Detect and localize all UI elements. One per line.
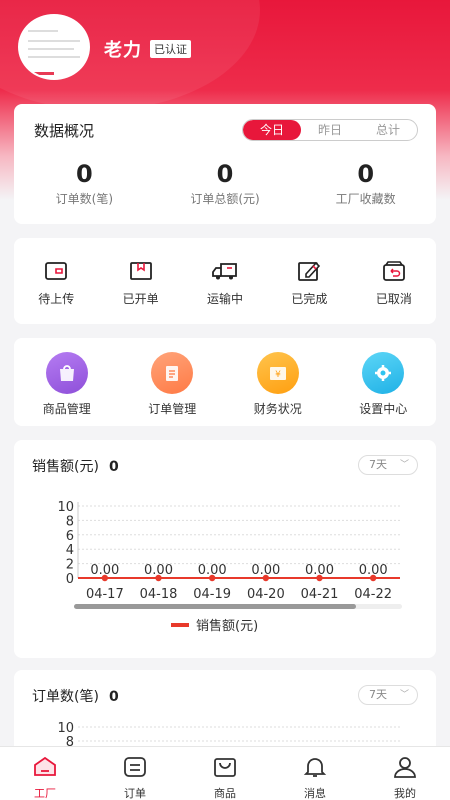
tab-label: 工厂 xyxy=(34,787,56,800)
tab-orders[interactable]: 订单 xyxy=(90,747,180,800)
tab-messages[interactable]: 消息 xyxy=(270,747,360,800)
status-in-transit[interactable]: 运输中 xyxy=(183,260,267,324)
status-pending-upload[interactable]: 待上传 xyxy=(14,260,98,324)
tab-total[interactable]: 总计 xyxy=(359,120,417,140)
y-tick-label: 10 xyxy=(57,500,74,515)
tab-label: 我的 xyxy=(394,787,416,800)
truck-icon xyxy=(212,263,237,280)
x-tick-label: 04-18 xyxy=(140,587,178,602)
x-tick-label: 04-22 xyxy=(354,587,392,602)
status-label: 待上传 xyxy=(38,292,75,306)
y-tick-label: 6 xyxy=(66,529,74,544)
legend-swatch xyxy=(171,623,189,627)
sales-line-chart: 1086420 0.00 04-17 0.00 04-18 0.00 04-19 0.00 04… xyxy=(57,500,402,634)
tools-card: 商品管理 订单管理 ¥ 财务状况 设置中心 xyxy=(14,338,436,426)
svg-text:¥: ¥ xyxy=(275,370,281,380)
tool-label: 设置中心 xyxy=(359,402,408,416)
stat-value: 0 xyxy=(216,160,234,188)
data-label: 0.00 xyxy=(144,563,173,578)
finance-status[interactable]: ¥ 财务状况 xyxy=(225,352,331,426)
data-label: 0.00 xyxy=(305,563,334,578)
order-status-card: 待上传 已开单 运输中 已完成 已取消 xyxy=(14,238,436,324)
tab-factory[interactable]: 工厂 xyxy=(0,747,90,800)
y-tick-label: 4 xyxy=(66,543,74,558)
status-label: 已取消 xyxy=(375,292,412,306)
gear-icon xyxy=(362,352,405,394)
stat-order-amount: 0 订单总额(元) xyxy=(155,160,296,207)
x-tick-label: 04-21 xyxy=(301,587,339,602)
goods-icon xyxy=(214,758,236,777)
y-tick-label: 10 xyxy=(57,721,74,736)
stat-order-count: 0 订单数(笔) xyxy=(14,160,155,207)
status-cancelled[interactable]: 已取消 xyxy=(352,260,436,324)
overview-title: 数据概况 xyxy=(34,122,95,140)
tool-label: 商品管理 xyxy=(42,402,91,416)
x-tick-label: 04-19 xyxy=(193,587,231,602)
tab-goods[interactable]: 商品 xyxy=(180,747,270,800)
package-icon xyxy=(129,262,152,280)
settings-center[interactable]: 设置中心 xyxy=(331,352,437,426)
data-label: 0.00 xyxy=(198,563,227,578)
stat-label: 订单总额(元) xyxy=(190,192,260,206)
user-icon xyxy=(394,757,416,778)
y-tick-label: 8 xyxy=(66,514,74,529)
data-overview-card: 数据概况 今日 昨日 总计 0 订单数(笔) 0 订单总额(元) 0 工厂收藏数 xyxy=(14,104,436,224)
verified-badge: 已认证 xyxy=(150,40,191,58)
order-management[interactable]: 订单管理 xyxy=(120,352,226,426)
factory-icon xyxy=(34,756,56,776)
data-label: 0.00 xyxy=(251,563,280,578)
chart-scrollbar xyxy=(74,604,356,609)
username: 老力 xyxy=(104,40,142,61)
status-label: 运输中 xyxy=(207,292,244,306)
wallet-icon xyxy=(45,262,68,280)
yen-icon: ¥ xyxy=(256,352,299,394)
bell-icon xyxy=(303,758,327,777)
stat-label: 工厂收藏数 xyxy=(335,192,396,206)
tab-mine[interactable]: 我的 xyxy=(360,747,450,800)
avatar[interactable] xyxy=(18,14,90,80)
order-icon xyxy=(124,757,146,777)
x-tick-label: 04-17 xyxy=(86,587,124,602)
sales-chart-card: 销售额(元) 0 ﹀ 7天 10 8 6 4 2 0 0.00 04-17 0.00 04-18 0.0… xyxy=(14,440,436,658)
tab-label: 消息 xyxy=(304,787,326,800)
cancel-box-icon xyxy=(382,261,405,281)
stat-value: 0 xyxy=(75,160,93,188)
clipboard-icon xyxy=(151,352,194,394)
data-label: 0.00 xyxy=(90,563,119,578)
x-tick-label: 04-20 xyxy=(247,587,285,602)
tool-label: 财务状况 xyxy=(253,402,302,416)
data-label: 0.00 xyxy=(359,563,388,578)
stat-value: 0 xyxy=(357,160,375,188)
bottom-tab-bar: 工厂 订单 商品 消息 我的 xyxy=(0,746,450,800)
tab-label: 商品 xyxy=(214,787,236,800)
status-completed[interactable]: 已完成 xyxy=(267,260,351,324)
y-tick-label: 2 xyxy=(66,558,74,573)
status-invoiced[interactable]: 已开单 xyxy=(98,260,182,324)
tab-label: 订单 xyxy=(124,787,146,800)
y-tick-label: 0 xyxy=(66,572,74,587)
tool-label: 订单管理 xyxy=(148,402,197,416)
goods-management[interactable]: 商品管理 xyxy=(14,352,120,426)
stat-factory-favorites: 0 工厂收藏数 xyxy=(295,160,436,207)
tab-today[interactable]: 今日 xyxy=(243,120,301,140)
status-label: 已完成 xyxy=(291,292,328,306)
period-switch: 今日 昨日 总计 xyxy=(242,119,418,141)
stat-label: 订单数(笔) xyxy=(55,192,114,206)
edit-icon xyxy=(298,261,321,281)
tab-yesterday[interactable]: 昨日 xyxy=(301,120,359,140)
status-label: 已开单 xyxy=(122,292,159,306)
bag-icon xyxy=(45,352,88,394)
legend-label: 销售额(元) xyxy=(196,618,258,634)
